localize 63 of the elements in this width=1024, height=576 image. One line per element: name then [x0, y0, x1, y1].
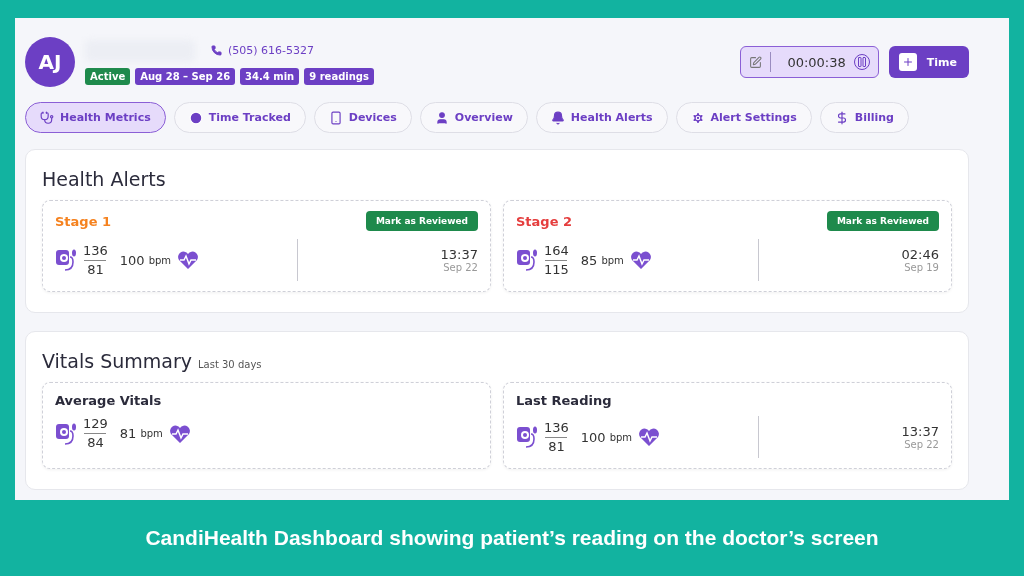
settings-icon [690, 110, 705, 125]
blood-pressure-cuff-icon [516, 424, 540, 450]
stage-label: Stage 1 [55, 213, 112, 229]
add-time-button[interactable]: Time [888, 46, 969, 78]
section-title: Health Alerts [42, 168, 166, 190]
tab[interactable]: Health Alerts [535, 102, 668, 133]
section-subtitle: Last 30 days [198, 359, 262, 370]
pulse-unit: bpm [148, 254, 172, 266]
diastolic-value: 115 [544, 261, 569, 278]
avatar: AJ [25, 37, 75, 87]
timer[interactable]: 00:00:38 [740, 46, 879, 78]
reading-date: Sep 22 [443, 262, 478, 273]
tab[interactable]: Time Tracked [173, 102, 306, 133]
blood-pressure-cuff-icon [516, 247, 540, 273]
status-badge: Active [85, 67, 131, 85]
heartbeat-icon [629, 250, 652, 270]
pulse-value: 81 [119, 426, 137, 441]
tab[interactable]: Health Metrics [25, 102, 166, 133]
pulse-value: 85 [580, 252, 598, 268]
mark-reviewed-button[interactable]: Mark as Reviewed [365, 211, 478, 231]
diastolic-value: 84 [87, 435, 104, 451]
edit-icon[interactable] [749, 55, 763, 69]
pulse-unit: bpm [601, 254, 624, 266]
tab[interactable]: Alert Settings [675, 102, 812, 133]
card-title: Last Reading [516, 393, 613, 408]
tab[interactable]: Billing [819, 102, 909, 133]
systolic-value: 164 [544, 242, 569, 259]
pulse-unit: bpm [609, 431, 633, 443]
pulse-value: 100 [580, 429, 606, 445]
bell-icon [550, 110, 565, 125]
phone-number: (505) 616-5327 [211, 44, 315, 57]
caption: CandiHealth Dashboard showing patient’s reading on the doctor’s screen [144, 525, 880, 551]
tab[interactable]: Devices [313, 102, 412, 133]
tab[interactable]: Overview [419, 102, 528, 133]
systolic-value: 136 [83, 242, 108, 259]
phone-icon [211, 45, 222, 56]
info-badge: 9 readings [304, 67, 374, 85]
pulse-value: 100 [119, 252, 145, 268]
systolic-value: 129 [83, 416, 108, 432]
reading-time: 02:46 [901, 247, 939, 262]
reading-time: 13:37 [901, 424, 939, 439]
stethoscope-icon [40, 110, 54, 125]
pulse-unit: bpm [140, 428, 163, 439]
user-icon [434, 110, 449, 125]
mark-reviewed-button[interactable]: Mark as Reviewed [826, 211, 939, 231]
heartbeat-icon [638, 427, 661, 447]
heartbeat-icon [168, 423, 191, 444]
heartbeat-icon [177, 250, 200, 270]
section-title: Vitals Summary [42, 350, 192, 372]
card-title: Average Vitals [55, 393, 163, 408]
systolic-value: 136 [544, 419, 569, 436]
timer-time: 00:00:38 [787, 54, 846, 70]
reading-date: Sep 19 [904, 262, 939, 273]
blood-pressure-cuff-icon [55, 247, 79, 273]
phone-icon [328, 110, 343, 125]
stage-label: Stage 2 [516, 213, 573, 229]
info-badge: Aug 28 – Sep 26 [135, 67, 236, 85]
plus-icon [898, 53, 917, 71]
diastolic-value: 81 [548, 438, 565, 455]
diastolic-value: 81 [87, 261, 104, 278]
reading-date: Sep 22 [904, 439, 939, 450]
info-badge: 34.4 min [240, 67, 300, 85]
reading-time: 13:37 [440, 247, 478, 262]
